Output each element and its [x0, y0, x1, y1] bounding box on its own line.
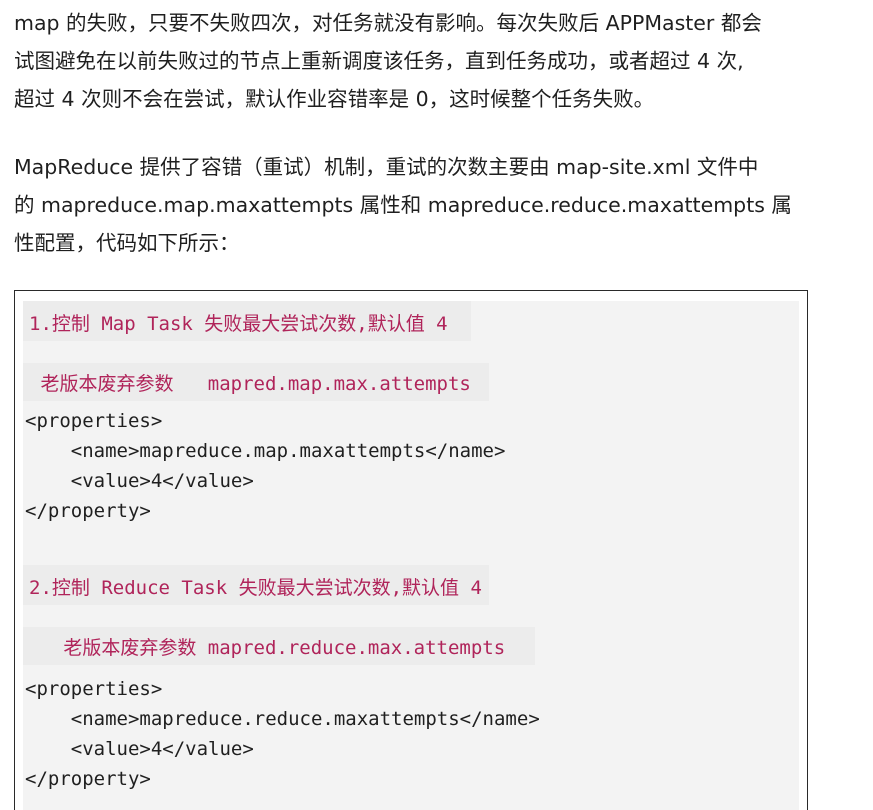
code-line: <properties>: [25, 678, 163, 700]
code-comment-map-task: 1.控制 Map Task 失败最大尝试次数,默认值 4: [29, 313, 448, 335]
text-line: map 的失败，只要不失败四次，对任务就没有影响。每次失败后 APPMaster…: [14, 11, 762, 35]
code-line: <value>4</value>: [25, 470, 254, 492]
paragraph-retry-explanation: map 的失败，只要不失败四次，对任务就没有影响。每次失败后 APPMaster…: [14, 4, 859, 118]
code-block-background: 1.控制 Map Task 失败最大尝试次数,默认值 4 老版本废弃参数 map…: [23, 301, 799, 810]
code-line: <value>4</value>: [25, 738, 254, 760]
code-line: </property>: [25, 768, 151, 790]
paragraph-fault-tolerance: MapReduce 提供了容错（重试）机制，重试的次数主要由 map-site.…: [14, 148, 859, 262]
code-line: </property>: [25, 500, 151, 522]
code-line: <name>mapreduce.reduce.maxattempts</name…: [25, 708, 540, 730]
text-line: MapReduce 提供了容错（重试）机制，重试的次数主要由 map-site.…: [14, 155, 759, 179]
text-line: 性配置，代码如下所示：: [14, 231, 240, 255]
text-line: 超过 4 次则不会在尝试，默认作业容错率是 0，这时候整个任务失败。: [14, 87, 655, 111]
text-line: 试图避免在以前失败过的节点上重新调度该任务，直到任务成功，或者超过 4 次,: [14, 49, 744, 73]
text-line: 的 mapreduce.map.maxattempts 属性和 mapreduc…: [14, 193, 792, 217]
code-block: 1.控制 Map Task 失败最大尝试次数,默认值 4 老版本废弃参数 map…: [14, 290, 808, 810]
code-comment-reduce-deprecated: 老版本废弃参数 mapred.reduce.max.attempts: [29, 637, 506, 659]
code-comment-map-deprecated: 老版本废弃参数 mapred.map.max.attempts: [29, 373, 471, 395]
code-comment-reduce-task: 2.控制 Reduce Task 失败最大尝试次数,默认值 4: [29, 577, 482, 599]
code-line: <properties>: [25, 410, 163, 432]
code-line: <name>mapreduce.map.maxattempts</name>: [25, 440, 506, 462]
